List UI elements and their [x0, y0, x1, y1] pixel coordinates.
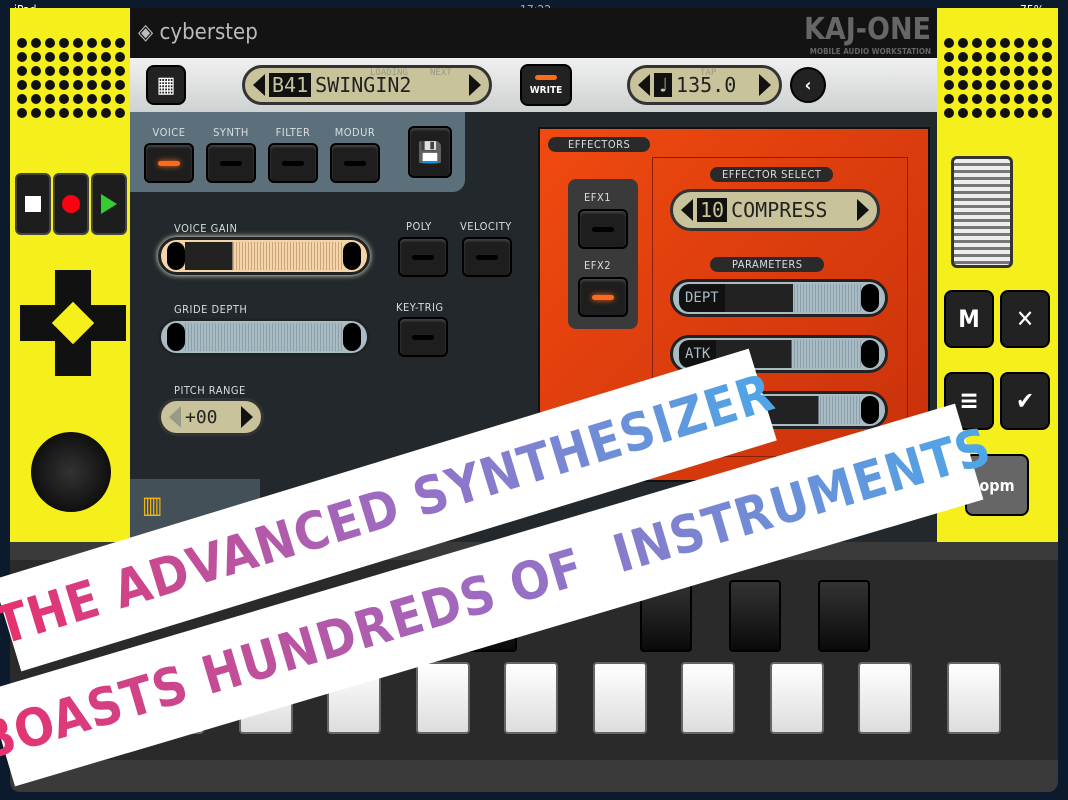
- tempo-selector[interactable]: ♩ 135.0 TAP: [627, 65, 782, 105]
- left-panel: [10, 8, 131, 548]
- toolbar: ▦ B41 SWINGIN2 LOADING NEXT WRITE ♩ 135.…: [130, 58, 937, 112]
- pitch-wheel[interactable]: [951, 156, 1013, 268]
- speaker-grille: [937, 38, 1058, 118]
- play-icon: [101, 194, 117, 214]
- pitch-range-selector[interactable]: +00: [158, 398, 264, 436]
- patch-number: B41: [269, 73, 312, 97]
- effect-name: COMPRESS: [731, 198, 828, 222]
- effect-number: 10: [697, 198, 728, 222]
- back-button[interactable]: ‹: [790, 67, 826, 103]
- gride-depth-slider[interactable]: [158, 318, 370, 356]
- tap-label[interactable]: TAP: [700, 68, 716, 78]
- pitch-up-icon[interactable]: [241, 406, 253, 428]
- efx2-button[interactable]: [578, 277, 628, 317]
- white-key[interactable]: [504, 662, 558, 734]
- effector-selector[interactable]: 10 COMPRESS: [670, 189, 880, 231]
- white-key[interactable]: [858, 662, 912, 734]
- poly-label: POLY: [406, 220, 432, 233]
- efx1-label: EFX1: [584, 191, 612, 204]
- record-icon: [62, 195, 80, 213]
- floppy-icon: 💾: [417, 140, 443, 164]
- stop-icon: [25, 196, 41, 212]
- black-key[interactable]: [729, 580, 781, 652]
- effect-prev-icon[interactable]: [681, 199, 693, 221]
- white-key[interactable]: [946, 662, 1001, 734]
- tab-synth[interactable]: SYNTH: [206, 126, 256, 183]
- tab-label: SYNTH: [213, 126, 249, 139]
- gride-depth-label: GRIDE DEPTH: [174, 303, 248, 316]
- patch-selector[interactable]: B41 SWINGIN2 LOADING NEXT: [242, 65, 492, 105]
- tab-modur[interactable]: MODUR: [330, 126, 380, 183]
- tab-led: [330, 143, 380, 183]
- tempo-up-icon[interactable]: [759, 74, 771, 96]
- parameters-label: PARAMETERS: [710, 257, 825, 272]
- param-slider[interactable]: DEPT: [670, 279, 888, 317]
- black-key[interactable]: [818, 580, 870, 652]
- key-trig-button[interactable]: [398, 317, 448, 357]
- m-button[interactable]: M: [944, 290, 994, 348]
- pitch-range-label: PITCH RANGE: [174, 384, 246, 397]
- tab-filter[interactable]: FILTER: [268, 126, 318, 183]
- white-key[interactable]: [592, 662, 647, 734]
- pitch-down-icon[interactable]: [169, 406, 181, 428]
- white-key[interactable]: [769, 662, 824, 734]
- tab-led: [144, 143, 194, 183]
- pitch-value: +00: [185, 406, 218, 428]
- effect-next-icon[interactable]: [857, 199, 869, 221]
- key-trig-label: KEY-TRIG: [396, 301, 444, 314]
- tab-label: FILTER: [275, 126, 311, 139]
- velocity-button[interactable]: [462, 237, 512, 277]
- tempo-down-icon[interactable]: [638, 74, 650, 96]
- write-button[interactable]: WRITE: [520, 64, 572, 106]
- efx1-button[interactable]: [578, 209, 628, 249]
- tab-led: [268, 143, 318, 183]
- app-logo: KAJ-ONE MOBILE AUDIO WORKSTATION: [803, 12, 931, 56]
- record-button[interactable]: [53, 173, 89, 235]
- loading-label: LOADING: [370, 68, 408, 78]
- effectors-title: EFFECTORS: [548, 137, 651, 152]
- speaker-grille: [10, 38, 131, 118]
- white-key[interactable]: [681, 662, 735, 734]
- poly-button[interactable]: [398, 237, 448, 277]
- grid-menu-button[interactable]: ▦: [146, 65, 186, 105]
- stop-button[interactable]: [15, 173, 51, 235]
- white-key[interactable]: [415, 662, 470, 734]
- tab-label: MODUR: [334, 126, 376, 139]
- prev-arrow-icon[interactable]: [253, 74, 265, 96]
- next-label: NEXT: [430, 68, 452, 78]
- param-label: DEPT: [679, 284, 725, 312]
- save-button[interactable]: 💾: [408, 126, 452, 178]
- efx2-label: EFX2: [584, 259, 612, 272]
- effector-select-label: EFFECTOR SELECT: [710, 167, 834, 182]
- voice-gain-label: VOICE GAIN: [174, 222, 238, 235]
- play-button[interactable]: [91, 173, 127, 235]
- voice-gain-slider[interactable]: [158, 237, 370, 275]
- note-icon: ♩: [654, 73, 673, 97]
- tab-led: [206, 143, 256, 183]
- check-button[interactable]: ✔: [1000, 372, 1050, 430]
- brand-logo: ◈ cyberstep: [138, 20, 258, 45]
- next-arrow-icon[interactable]: [469, 74, 481, 96]
- joystick[interactable]: [31, 432, 111, 512]
- close-button[interactable]: ✕: [1000, 290, 1050, 348]
- velocity-label: VELOCITY: [460, 220, 512, 233]
- tab-voice[interactable]: VOICE: [144, 126, 194, 183]
- app-header: ◈ cyberstep KAJ-ONE MOBILE AUDIO WORKSTAT…: [130, 8, 937, 58]
- tab-label: VOICE: [152, 126, 186, 139]
